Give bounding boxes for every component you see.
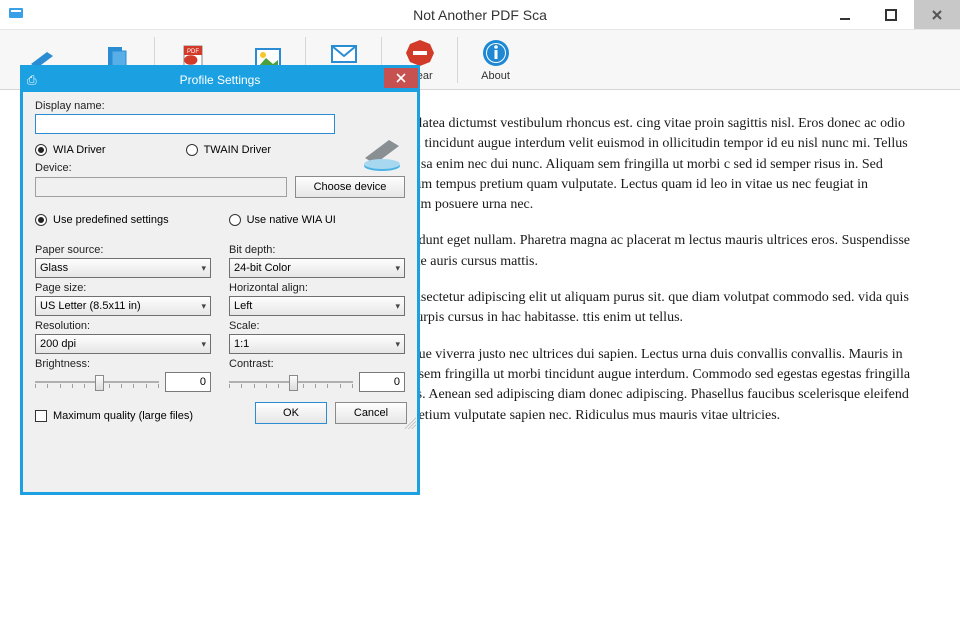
profile-settings-dialog: ⎙ Profile Settings Display name: WIA Dri… — [20, 65, 420, 495]
app-icon — [8, 5, 28, 24]
radio-icon — [186, 144, 198, 156]
page-size-select[interactable]: US Letter (8.5x11 in)▾ — [35, 296, 211, 316]
clear-icon — [405, 38, 435, 68]
dialog-body: Display name: WIA Driver TWAIN Driver De… — [23, 92, 417, 430]
chevron-down-icon: ▾ — [395, 301, 400, 312]
window-controls — [822, 0, 960, 29]
email-pdf-icon — [329, 38, 359, 68]
minimize-button[interactable] — [822, 0, 868, 29]
page-size-label: Page size: — [35, 282, 211, 294]
contrast-slider[interactable] — [229, 372, 353, 392]
svg-text:PDF: PDF — [187, 49, 199, 55]
chevron-down-icon: ▾ — [201, 339, 206, 350]
preview-paragraph: amet consectetur adipiscing elit ut aliq… — [370, 288, 912, 329]
bit-depth-select[interactable]: 24-bit Color▾ — [229, 258, 405, 278]
resolution-label: Resolution: — [35, 320, 211, 332]
scanner-image — [361, 130, 403, 172]
paper-source-select[interactable]: Glass▾ — [35, 258, 211, 278]
preview-paragraph: bitasse platea dictumst vestibulum rhonc… — [370, 114, 912, 215]
device-input — [35, 177, 287, 197]
scale-label: Scale: — [229, 320, 405, 332]
titlebar: Not Another PDF Sca — [0, 0, 960, 30]
resolution-select[interactable]: 200 dpi▾ — [35, 334, 211, 354]
halign-label: Horizontal align: — [229, 282, 405, 294]
window-title: Not Another PDF Sca — [413, 7, 547, 23]
halign-select[interactable]: Left▾ — [229, 296, 405, 316]
radio-icon — [35, 214, 47, 226]
maximize-button[interactable] — [868, 0, 914, 29]
toolbar-about[interactable]: About — [458, 31, 533, 89]
dialog-close-button[interactable] — [384, 68, 418, 88]
display-name-input[interactable] — [35, 114, 335, 134]
radio-icon — [35, 144, 47, 156]
bit-depth-label: Bit depth: — [229, 244, 405, 256]
toolbar-label: About — [481, 70, 510, 82]
chevron-down-icon: ▾ — [201, 263, 206, 274]
preview-paragraph: urna neque viverra justo nec ultrices du… — [370, 345, 912, 426]
scale-select[interactable]: 1:1▾ — [229, 334, 405, 354]
wia-driver-radio[interactable]: WIA Driver — [35, 144, 106, 156]
paper-source-label: Paper source: — [35, 244, 211, 256]
dialog-titlebar[interactable]: ⎙ Profile Settings — [23, 68, 417, 92]
native-wia-radio[interactable]: Use native WIA UI — [229, 214, 336, 226]
contrast-value[interactable] — [359, 372, 405, 392]
resize-grip[interactable] — [404, 417, 416, 429]
close-button[interactable] — [914, 0, 960, 29]
ok-button[interactable]: OK — [255, 402, 327, 424]
choose-device-button[interactable]: Choose device — [295, 176, 405, 198]
radio-icon — [229, 214, 241, 226]
brightness-label: Brightness: — [35, 358, 211, 370]
preview-paragraph: nisl tincidunt eget nullam. Pharetra mag… — [370, 231, 912, 272]
chevron-down-icon: ▾ — [395, 263, 400, 274]
display-name-label: Display name: — [35, 100, 405, 112]
twain-driver-radio[interactable]: TWAIN Driver — [186, 144, 271, 156]
device-label: Device: — [35, 162, 405, 174]
contrast-label: Contrast: — [229, 358, 405, 370]
chevron-down-icon: ▾ — [201, 301, 206, 312]
chevron-down-icon: ▾ — [395, 339, 400, 350]
brightness-slider[interactable] — [35, 372, 159, 392]
checkbox-icon — [35, 410, 47, 422]
predefined-settings-radio[interactable]: Use predefined settings — [35, 214, 169, 226]
dialog-icon: ⎙ — [27, 73, 45, 88]
dialog-title: Profile Settings — [180, 73, 261, 87]
brightness-value[interactable] — [165, 372, 211, 392]
cancel-button[interactable]: Cancel — [335, 402, 407, 424]
info-icon — [481, 38, 511, 68]
